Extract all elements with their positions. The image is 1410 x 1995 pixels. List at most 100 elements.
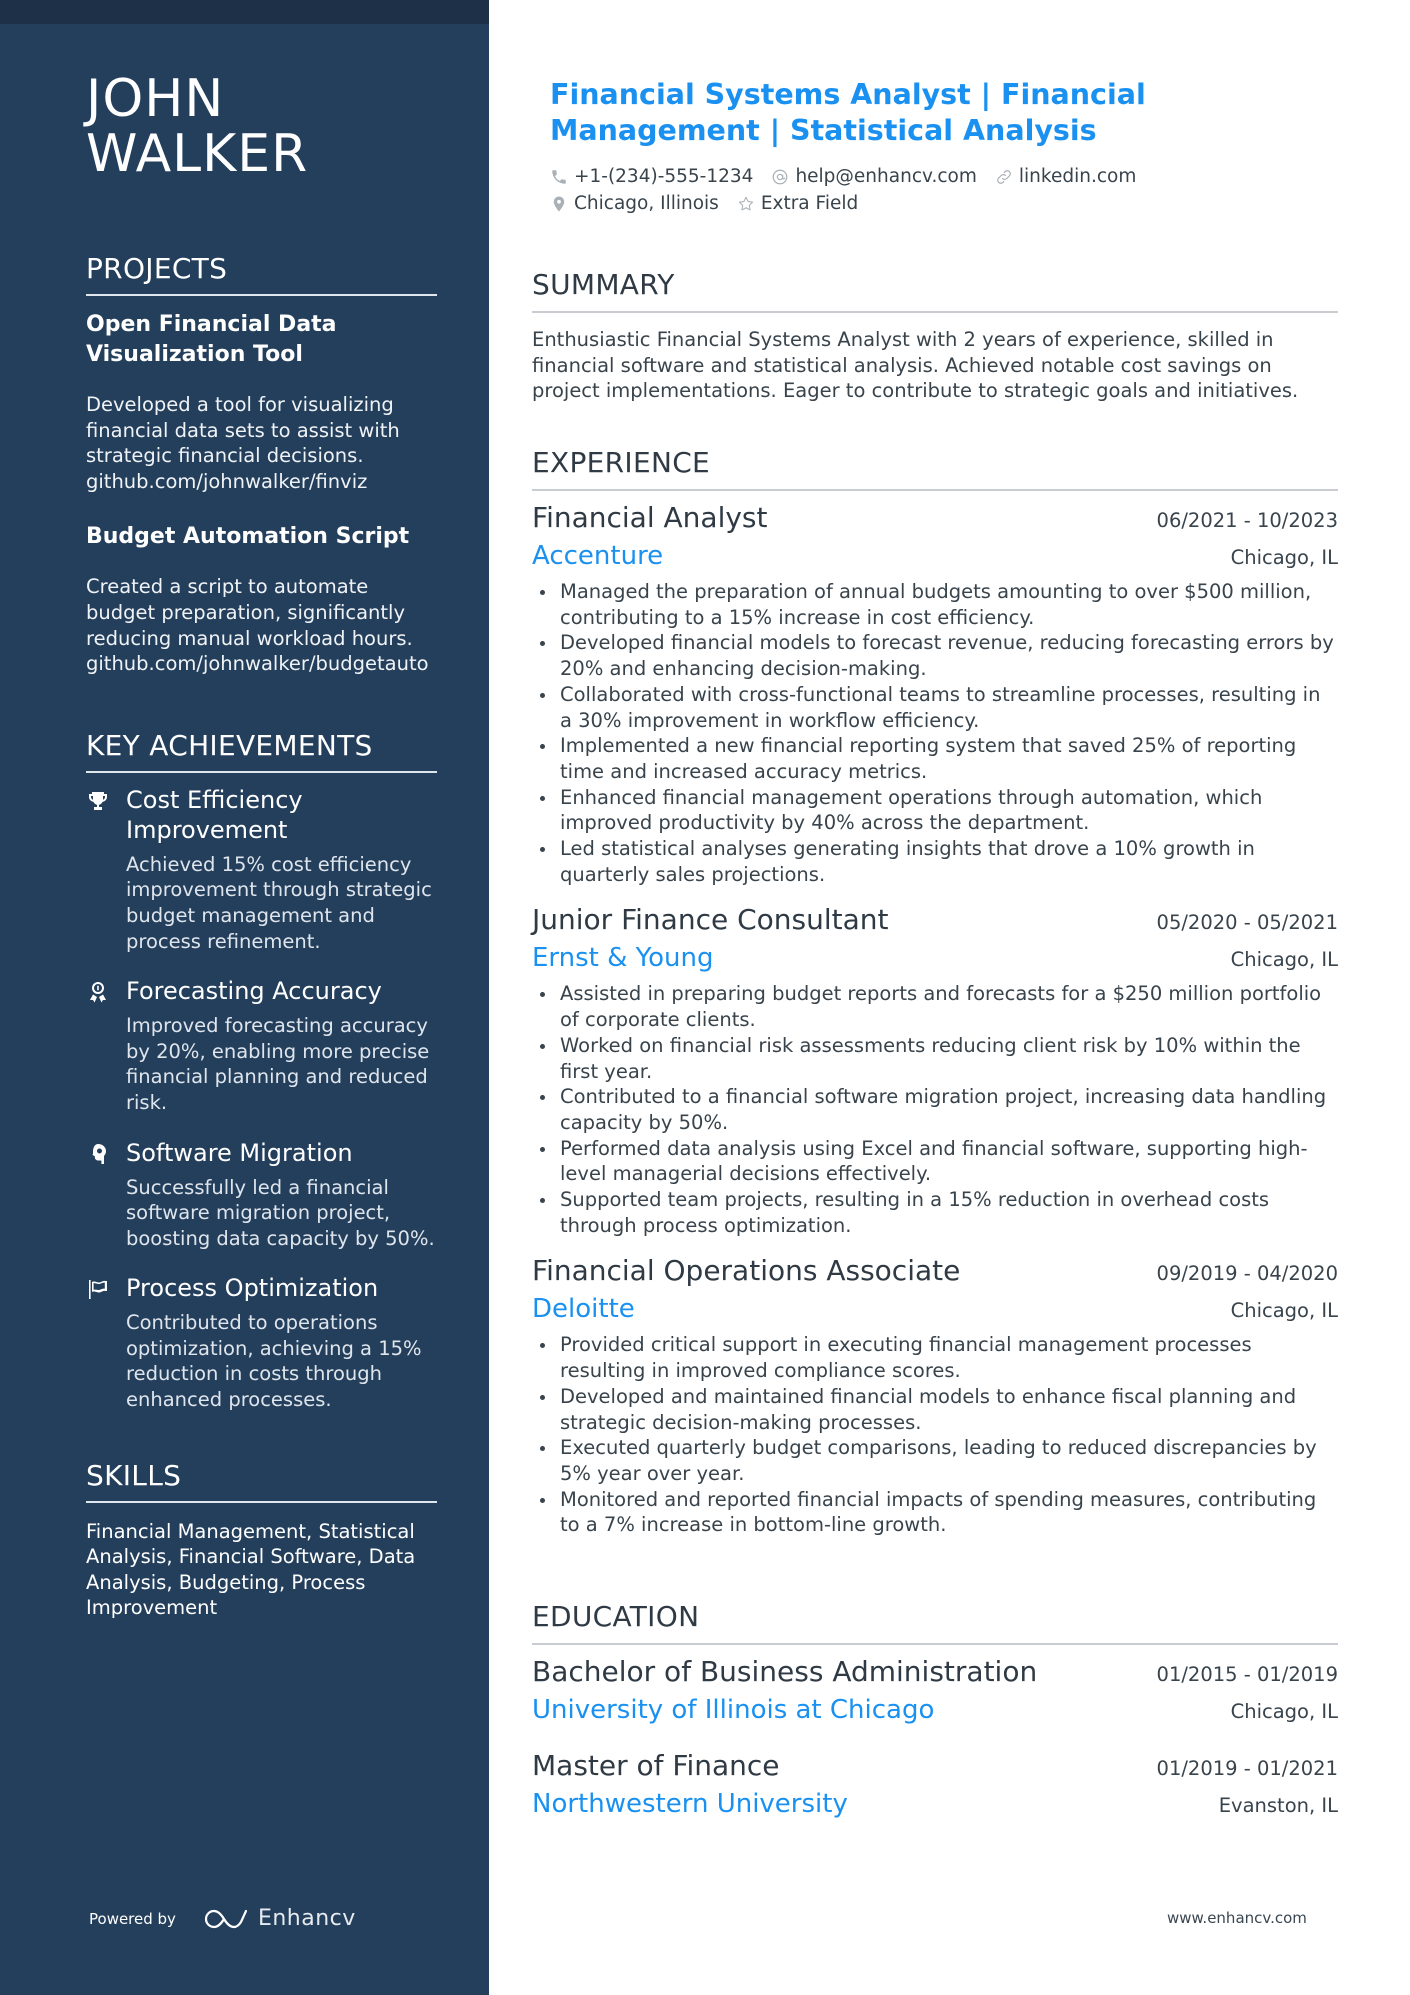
experience-section: EXPERIENCE Financial Analyst 06/2021 - 1… — [532, 446, 1338, 1538]
project-description: Created a script to automate budget prep… — [86, 575, 429, 676]
trophy-icon — [86, 785, 126, 954]
job-location: Chicago, IL — [1230, 546, 1338, 569]
job-bullet: Supported team projects, resulting in a … — [540, 1187, 1338, 1238]
job-bullet: Monitored and reported financial impacts… — [540, 1487, 1338, 1538]
project-item: Open Financial Data Visualization Tool D… — [86, 310, 437, 494]
achievement-title: Cost Efficiency Improvement — [126, 785, 303, 844]
job-bullet: Managed the preparation of annual budget… — [540, 579, 1338, 630]
link-icon — [997, 169, 1011, 184]
education-section: EDUCATION Bachelor of Business Administr… — [532, 1600, 1338, 1823]
skills-heading: SKILLS — [86, 1459, 437, 1503]
degree: Bachelor of Business Administration — [532, 1655, 1038, 1688]
job-bullet: Enhanced financial management operations… — [540, 785, 1338, 836]
brain-head-icon — [86, 1138, 126, 1252]
headline: Financial Systems Analyst | Financial Ma… — [550, 78, 1146, 147]
job-header: Financial Operations Associate 09/2019 -… — [532, 1252, 1338, 1290]
achievement-description: Successfully led a financial software mi… — [126, 1175, 435, 1250]
achievement-item: Cost Efficiency Improvement Achieved 15%… — [86, 785, 437, 954]
projects-heading: PROJECTS — [86, 252, 437, 296]
summary-heading: SUMMARY — [532, 268, 1338, 313]
job-dates: 09/2019 - 04/2020 — [1156, 1262, 1338, 1286]
contact-extra: Extra Field — [737, 193, 858, 214]
achievement-item: Process Optimization Contributed to oper… — [86, 1273, 437, 1412]
achievements-section: KEY ACHIEVEMENTS Cost Efficiency Improve… — [86, 729, 437, 1413]
education-location: Evanston, IL — [1218, 1794, 1338, 1817]
project-description: Developed a tool for visualizing financi… — [86, 393, 400, 493]
at-icon — [773, 169, 788, 184]
job-location: Chicago, IL — [1230, 1299, 1338, 1323]
job-bullet: Collaborated with cross-functional teams… — [540, 682, 1338, 733]
sidebar: JOHN WALKER PROJECTS Open Financial Data… — [0, 0, 489, 1995]
summary-section: SUMMARY Enthusiastic Financial Systems A… — [532, 268, 1338, 404]
contact-location: Chicago, Illinois — [550, 193, 719, 214]
job-bullet: Provided critical support in executing f… — [540, 1332, 1338, 1383]
job-subheader: Accenture Chicago, IL — [532, 537, 1338, 575]
contact-link[interactable]: linkedin.com — [995, 166, 1136, 187]
achievement-item: Software Migration Successfully led a fi… — [86, 1138, 437, 1252]
project-item: Budget Automation Script Created a scrip… — [86, 522, 437, 676]
achievement-title: Process Optimization — [126, 1274, 379, 1303]
flag-icon — [86, 1273, 126, 1412]
candidate-name: JOHN WALKER — [86, 72, 437, 182]
job-company: Accenture — [532, 541, 664, 571]
skills-section: SKILLS Financial Management, Statistical… — [86, 1459, 437, 1621]
sidebar-content: JOHN WALKER PROJECTS Open Financial Data… — [86, 72, 437, 1621]
achievements-heading: KEY ACHIEVEMENTS — [86, 729, 437, 773]
achievement-body: Forecasting Accuracy Improved forecastin… — [126, 976, 437, 1115]
achievement-title: Forecasting Accuracy — [126, 977, 382, 1006]
project-title: Budget Automation Script — [86, 524, 410, 550]
job-subheader: Deloitte Chicago, IL — [532, 1290, 1338, 1328]
job-bullet: Assisted in preparing budget reports and… — [540, 981, 1338, 1032]
job-entry: Financial Analyst 06/2021 - 10/2023 Acce… — [532, 499, 1338, 887]
education-entry: Bachelor of Business Administration 01/2… — [532, 1653, 1338, 1729]
job-bullets: Assisted in preparing budget reports and… — [532, 981, 1338, 1238]
contact-phone[interactable]: +1-(234)-555-1234 — [550, 166, 753, 187]
job-dates: 06/2021 - 10/2023 — [1156, 509, 1338, 532]
location-text: Chicago, Illinois — [574, 193, 719, 214]
phone-text: +1-(234)-555-1234 — [574, 166, 754, 187]
contact-info: +1-(234)-555-1234 help@enhancv.com linke… — [550, 163, 1330, 217]
achievement-body: Software Migration Successfully led a fi… — [126, 1138, 437, 1252]
job-bullet: Executed quarterly budget comparisons, l… — [540, 1435, 1338, 1486]
name-first: JOHN — [86, 69, 225, 129]
job-bullets: Provided critical support in executing f… — [532, 1332, 1338, 1538]
job-dates: 05/2020 - 05/2021 — [1156, 911, 1338, 935]
education-header: Master of Finance 01/2019 - 01/2021 — [532, 1747, 1338, 1785]
job-bullet: Implemented a new financial reporting sy… — [540, 733, 1338, 784]
job-role: Financial Operations Associate — [532, 1254, 961, 1288]
email-text: help@enhancv.com — [795, 166, 977, 187]
phone-icon — [552, 169, 566, 184]
education-heading: EDUCATION — [532, 1600, 1338, 1645]
school: University of Illinois at Chicago — [532, 1695, 935, 1725]
job-subheader: Ernst & Young Chicago, IL — [532, 939, 1338, 977]
job-role: Financial Analyst — [532, 501, 768, 534]
enhancv-brand[interactable]: Enhancv — [258, 1906, 356, 1931]
achievement-body: Process Optimization Contributed to oper… — [126, 1273, 437, 1412]
education-entry: Master of Finance 01/2019 - 01/2021 Nort… — [532, 1747, 1338, 1823]
footer-url[interactable]: www.enhancv.com — [1167, 1909, 1307, 1927]
job-bullet: Contributed to a financial software migr… — [540, 1084, 1338, 1135]
job-bullets: Managed the preparation of annual budget… — [532, 579, 1338, 887]
job-location: Chicago, IL — [1230, 948, 1338, 972]
contact-row: +1-(234)-555-1234 help@enhancv.com linke… — [550, 163, 1330, 190]
job-header: Financial Analyst 06/2021 - 10/2023 — [532, 499, 1338, 537]
award-ribbon-icon — [86, 976, 126, 1115]
degree: Master of Finance — [532, 1749, 780, 1782]
summary-text: Enthusiastic Financial Systems Analyst w… — [532, 328, 1299, 403]
achievement-description: Achieved 15% cost efficiency improvement… — [126, 852, 432, 953]
powered-by: Powered by Enhancv — [89, 1906, 356, 1931]
sidebar-top-strip — [0, 0, 489, 24]
contact-email[interactable]: help@enhancv.com — [771, 166, 977, 187]
link-text: linkedin.com — [1018, 166, 1137, 187]
job-entry: Financial Operations Associate 09/2019 -… — [532, 1252, 1338, 1538]
job-entry: Junior Finance Consultant 05/2020 - 05/2… — [532, 901, 1338, 1238]
job-header: Junior Finance Consultant 05/2020 - 05/2… — [532, 901, 1338, 939]
experience-heading: EXPERIENCE — [532, 446, 1338, 491]
achievement-description: Contributed to operations optimization, … — [126, 1311, 422, 1412]
job-bullet: Worked on financial risk assessments red… — [540, 1033, 1338, 1084]
star-icon — [738, 196, 753, 210]
job-company: Ernst & Young — [532, 943, 714, 974]
job-bullet: Developed financial models to forecast r… — [540, 630, 1338, 681]
education-dates: 01/2015 - 01/2019 — [1156, 1663, 1338, 1686]
name-last: WALKER — [86, 124, 309, 184]
